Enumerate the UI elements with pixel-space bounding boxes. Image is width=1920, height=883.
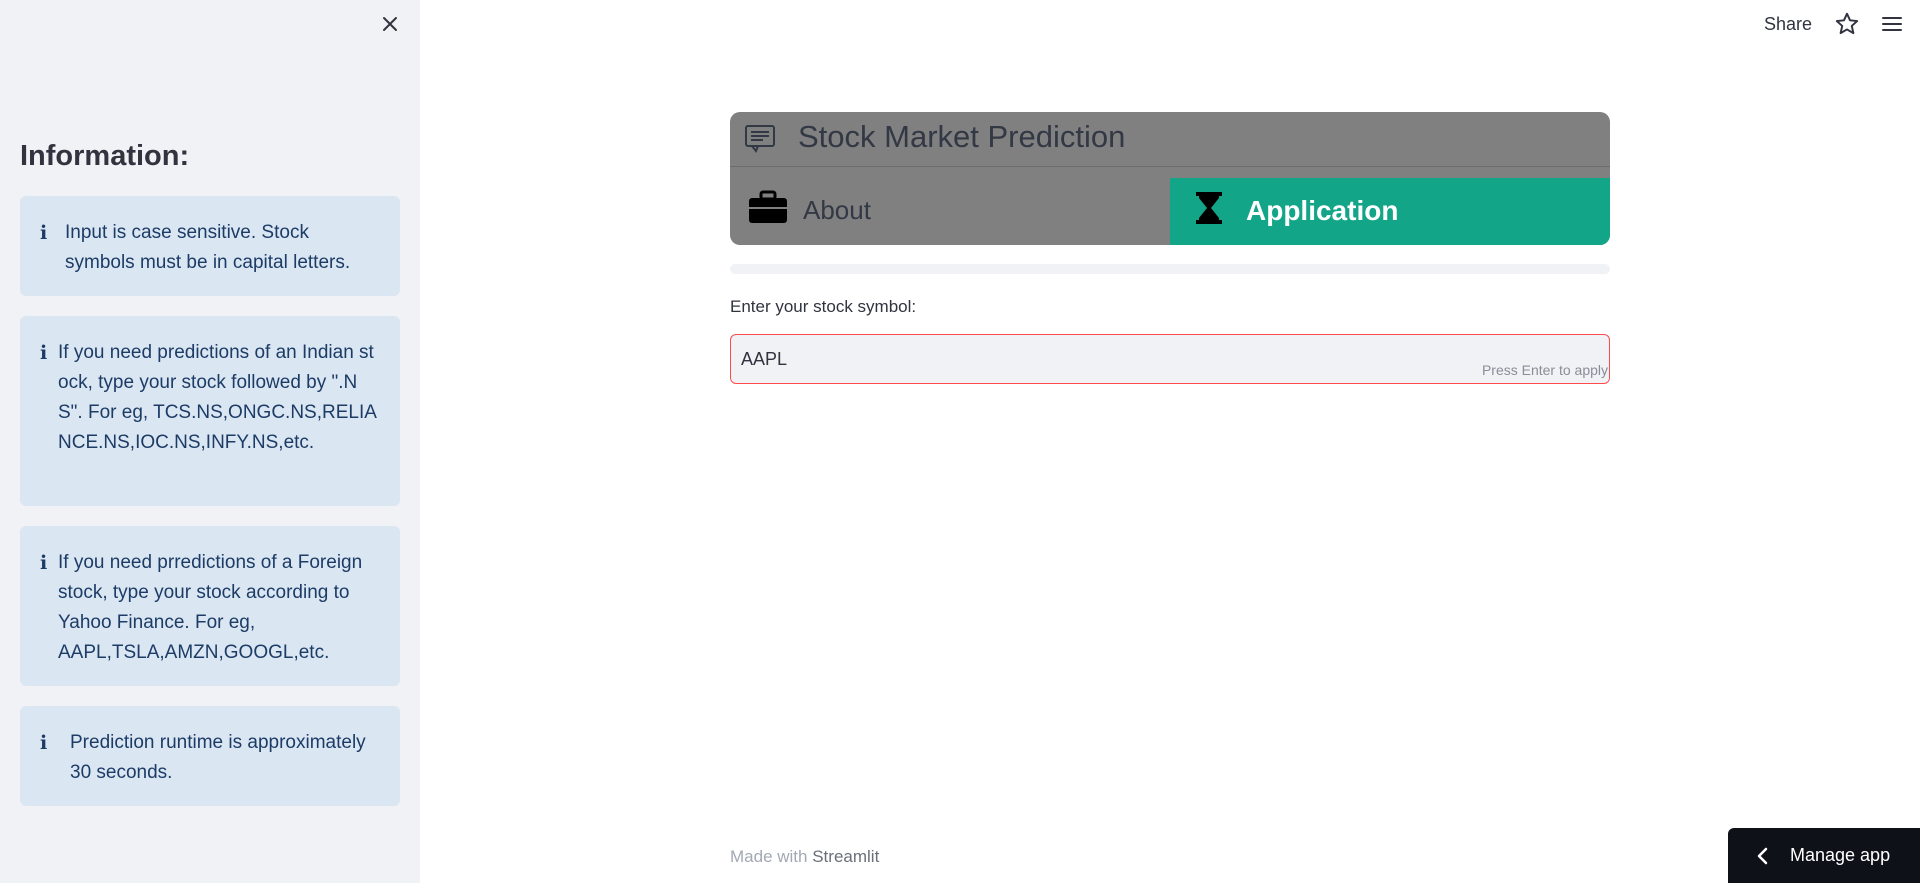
tab-application-label: Application <box>1246 195 1399 226</box>
chevron-left-icon <box>1757 847 1768 864</box>
manage-app-label: Manage app <box>1790 845 1891 865</box>
footer: Made with Streamlit <box>730 847 879 867</box>
top-toolbar: Share <box>1764 8 1920 40</box>
streamlit-link[interactable]: Streamlit <box>812 847 879 866</box>
info-text: If you need prredictions of a Foreign st… <box>58 552 363 663</box>
info-box-runtime: i Prediction runtime is approximately 30… <box>20 706 400 806</box>
press-enter-hint: Press Enter to apply <box>1481 362 1608 378</box>
tab-application[interactable]: Application <box>1170 178 1610 245</box>
close-sidebar-button[interactable] <box>376 10 404 38</box>
share-button[interactable]: Share <box>1764 14 1812 35</box>
sidebar-heading: Information: <box>20 140 190 172</box>
info-text: If you need predictions of an Indian sto… <box>58 342 377 453</box>
tab-about-label: About <box>803 195 871 225</box>
app-title: Stock Market Prediction <box>798 119 1126 154</box>
sidebar: Information: i Input is case sensitive. … <box>0 0 420 883</box>
info-box-foreign-stock: i If you need prredictions of a Foreign … <box>20 526 400 686</box>
info-text: Prediction runtime is approximately 30 s… <box>70 732 366 783</box>
info-icon: i <box>40 342 48 364</box>
footer-prefix: Made with <box>730 847 808 866</box>
stock-symbol-input[interactable] <box>730 334 1610 384</box>
star-icon[interactable] <box>1834 11 1860 37</box>
progress-bar <box>730 264 1610 274</box>
card-text-icon <box>745 125 775 153</box>
info-box-indian-stock: i If you need predictions of an Indian s… <box>20 316 400 506</box>
option-menu-header: Stock Market Prediction <box>730 112 1610 167</box>
info-text: Input is case sensitive. Stock symbols m… <box>65 222 351 273</box>
briefcase-icon <box>749 190 787 223</box>
hourglass-icon <box>1196 192 1222 224</box>
info-icon: i <box>40 222 48 244</box>
tab-about[interactable]: About <box>730 178 1170 245</box>
close-icon <box>383 17 397 31</box>
info-box-case-sensitive: i Input is case sensitive. Stock symbols… <box>20 196 400 296</box>
info-icon: i <box>40 732 48 754</box>
stock-symbol-label: Enter your stock symbol: <box>730 297 917 316</box>
hamburger-menu-icon[interactable] <box>1880 12 1904 36</box>
info-icon: i <box>40 552 48 574</box>
option-menu: Stock Market Prediction About Applicatio… <box>730 112 1610 245</box>
manage-app-button[interactable]: Manage app <box>1728 828 1920 883</box>
